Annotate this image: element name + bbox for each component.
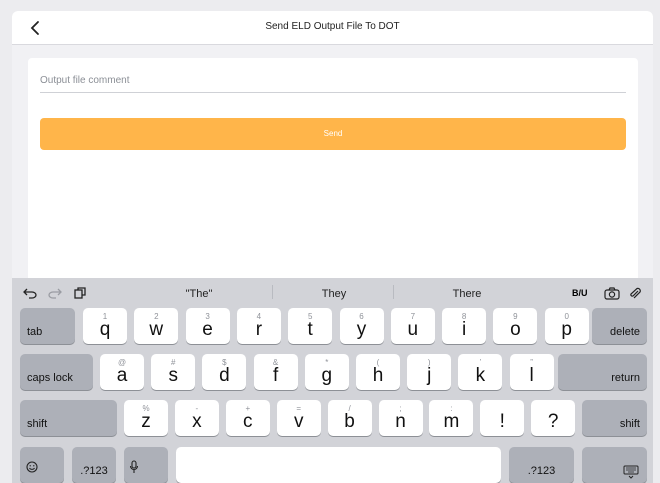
key-label: s [168,365,178,386]
tab-key[interactable]: tab [20,308,75,344]
attachment-icon[interactable] [629,287,641,300]
key-label: k [475,365,486,386]
emoji-icon [26,461,38,473]
key-t[interactable]: 5t [288,308,333,344]
key-label: q [99,319,111,340]
app-window: Send ELD Output File To DOT Output file … [12,11,653,483]
key-i[interactable]: 8i [442,308,487,344]
key-label: y [356,319,367,340]
key-label: z [141,411,151,432]
key-g[interactable]: * g [304,354,349,390]
key-b[interactable]: / b [327,400,372,436]
page-title: Send ELD Output File To DOT [265,21,400,32]
delete-key[interactable]: delete [592,308,647,344]
key-k[interactable]: ’ k [458,354,503,390]
nav-bar: Send ELD Output File To DOT [12,11,653,45]
key-label: v [293,411,304,432]
key-l[interactable]: ” l [509,354,554,390]
key-label: d [219,365,230,386]
key-label: c [243,411,253,432]
key-label: x [192,411,202,432]
suggestion-1[interactable]: "The" [139,288,259,300]
numbers-key-right[interactable]: .?123 [509,447,574,483]
key-z[interactable]: % z [124,400,168,436]
keyboard-dismiss-icon [623,465,639,479]
key-label: b [344,411,355,432]
send-button[interactable]: Send [40,118,626,150]
key-u[interactable]: 7u [390,308,435,344]
key-e[interactable]: 3e [185,308,230,344]
key-label: ! [499,411,505,432]
key-label: j [427,365,432,386]
key-c[interactable]: + c [225,400,270,436]
key-r[interactable]: 4r [236,308,281,344]
key-n[interactable]: ; n [378,400,423,436]
key-a[interactable]: @ a [100,354,144,390]
microphone-icon [129,460,139,473]
form-card: Output file comment Send [28,58,638,288]
key-label: h [372,365,384,386]
key-label: f [272,365,279,386]
key-label: r [255,319,263,340]
dismiss-keyboard-key[interactable] [582,447,647,483]
key-label: u [407,319,419,340]
key-m[interactable]: :m [429,400,474,436]
key-label: g [321,365,333,386]
format-button[interactable]: B/U [572,288,588,298]
key-label: l [529,365,534,386]
suggestion-3[interactable]: There [407,288,527,300]
key-question[interactable]: ? [531,400,576,436]
numbers-key-left[interactable]: .?123 [72,447,116,483]
key-s[interactable]: # s [151,354,196,390]
key-y[interactable]: 6y [339,308,384,344]
shift-key-right[interactable]: shift [582,400,647,436]
key-d[interactable]: $ d [202,354,247,390]
key-label: m [443,411,460,432]
key-label: p [561,319,572,340]
key-label: n [395,411,406,432]
return-key[interactable]: return [558,354,647,390]
shift-key-left[interactable]: shift [20,400,117,436]
dictation-key[interactable] [124,447,168,483]
key-q[interactable]: 1q [83,308,127,344]
key-label: a [116,365,128,386]
emoji-key[interactable] [20,447,64,483]
key-label: ? [547,411,559,432]
key-x[interactable]: -x [174,400,219,436]
divider [272,285,273,299]
key-v[interactable]: = v [276,400,321,436]
key-p[interactable]: 0p [544,308,589,344]
suggestion-2[interactable]: They [274,288,394,300]
key-j[interactable]: ) j [407,354,452,390]
key-exclamation[interactable]: ! [480,400,525,436]
key-label: o [510,319,521,340]
undo-icon[interactable] [23,287,37,299]
key-label: e [202,319,213,340]
key-w[interactable]: 2w [134,308,179,344]
key-f[interactable]: & f [253,354,298,390]
caps-lock-key[interactable]: caps lock [20,354,93,390]
space-key[interactable] [176,447,501,483]
divider [393,285,394,299]
key-o[interactable]: 9o [493,308,538,344]
comment-input[interactable]: Output file comment [40,71,626,93]
on-screen-keyboard: "The" They There B/U tab 1q2w3e4r5t6y7u8… [12,278,653,483]
camera-icon[interactable] [604,287,620,300]
key-label: t [307,319,313,340]
key-label: i [461,319,467,340]
redo-icon[interactable] [48,287,62,299]
suggestion-bar: "The" They There B/U [12,278,653,306]
key-label: w [149,319,164,340]
key-h[interactable]: (h [356,354,400,390]
paste-icon[interactable] [74,287,86,299]
